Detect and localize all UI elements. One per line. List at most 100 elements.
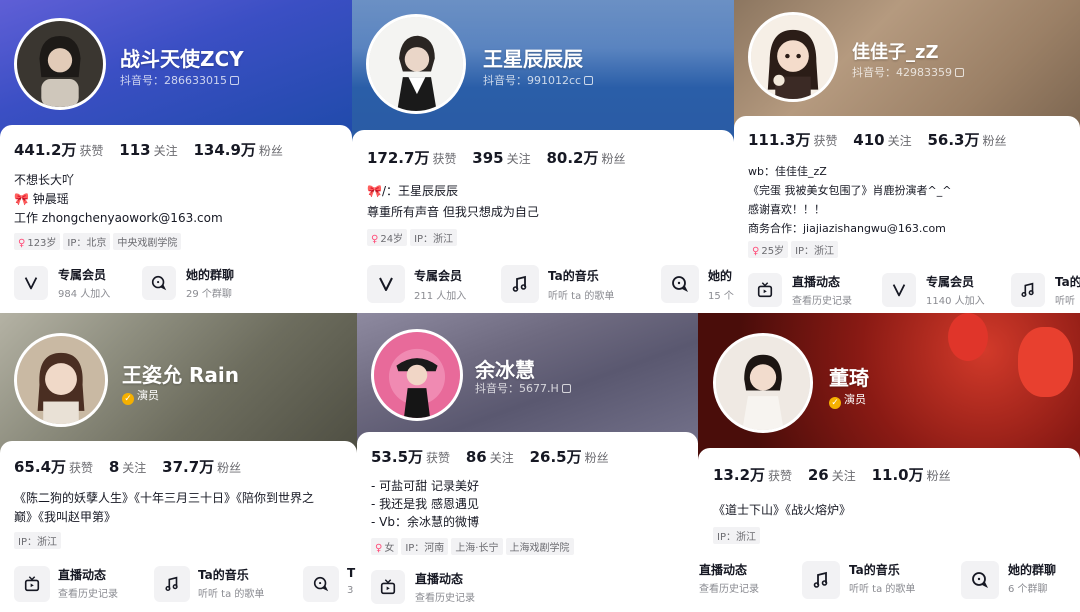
profile-info: 13.2万 获赞 26 关注 11.0万 粉丝 《道士下山》《战火熔炉》 IP：浙江 … (698, 448, 1080, 612)
age-tag: ♀ 123岁 (14, 233, 61, 250)
verified-badge: ✓ 演员 (829, 391, 866, 409)
profile-card-2[interactable]: 王星辰辰辰 抖音号：991012cc 172.7万 获赞 395 关注 80.2万粉… (352, 0, 734, 308)
fans-count[interactable]: 134.9万 (193, 141, 255, 159)
profile-stats: 13.2万 获赞 26 关注 11.0万 粉丝 (713, 464, 963, 485)
following-count[interactable]: 113 (119, 141, 150, 159)
feature-title: 直播动态 (415, 572, 464, 586)
following-label[interactable]: 关注 (154, 144, 178, 158)
avatar[interactable] (748, 12, 838, 102)
fans-label[interactable]: 粉丝 (982, 134, 1006, 148)
avatar[interactable] (366, 14, 466, 114)
feature-group-chat[interactable]: 她的群聊 6 个群聊 (961, 561, 1080, 599)
feature-title: 直播动态 (58, 568, 107, 582)
feature-group-chat[interactable]: 她的群聊 29 个群聊 (142, 266, 262, 300)
school-tag[interactable]: 上海戏剧学院 (505, 538, 574, 555)
feature-live[interactable]: 直播动态 查看历史记录 (748, 273, 873, 307)
bio-line: wb：佳佳佳_zZ (748, 165, 827, 178)
following-count[interactable]: 26 (808, 466, 829, 484)
following-label[interactable]: 关注 (832, 469, 856, 483)
profile-card-6[interactable]: 董琦 ✓ 演员 13.2万 获赞 26 关注 11.0万 粉丝 《道士下山》《战火熔炉》… (698, 313, 1080, 612)
following-label[interactable]: 关注 (122, 461, 146, 475)
following-label[interactable]: 关注 (490, 451, 514, 465)
fans-count[interactable]: 56.3万 (927, 131, 979, 149)
bio-line: 商务合作：jiajiazishangwu@163.com (748, 222, 946, 235)
fans-count[interactable]: 11.0万 (872, 466, 924, 484)
chat-icon (303, 566, 339, 602)
feature-music[interactable]: Ta的音乐 听听 ta 的歌单 (802, 561, 942, 599)
feature-live[interactable]: 直播动态 查看历史记录 (371, 570, 501, 604)
profile-card-4[interactable]: 王姿允 Rain ✓ 演员 65.4万 获赞 8 关注 37.7万 粉丝 《陈二狗的妖孽… (0, 313, 357, 612)
fans-count[interactable]: 37.7万 (162, 458, 214, 476)
profile-card-3[interactable]: 佳佳子_zZ 抖音号：42983359 111.3万 获赞 410 关注 56.3万… (734, 0, 1080, 308)
profile-card-5[interactable]: 余冰慧 抖音号：5677.H 53.5万 获赞 86 关注 26.5万 粉丝 - 可盐… (357, 313, 698, 612)
profile-bio: - 可盐可甜 记录美好 - 我还是我 感恩遇见 - Vb：余冰慧的微博 (371, 477, 688, 531)
feature-live[interactable]: 直播动态 查看历史记录 (698, 561, 798, 597)
feature-group-chat[interactable]: T 3 (303, 566, 357, 602)
v-icon (367, 265, 405, 303)
likes-label: 获赞 (69, 461, 94, 475)
profile-bio: 《道士下山》《战火熔炉》 (713, 501, 1070, 520)
chat-icon (961, 561, 999, 599)
profile-info: 441.2万 获赞 113 关注 134.9万 粉丝 不想长大吖 🎀 钟晨瑶 工作 z… (0, 125, 352, 308)
feature-membership[interactable]: 专属会员 984 人加入 (14, 266, 134, 300)
profile-info: 65.4万 获赞 8 关注 37.7万 粉丝 《陈二狗的妖孽人生》《十年三月三十日》《… (0, 441, 357, 612)
feature-live[interactable]: 直播动态 查看历史记录 (14, 566, 144, 602)
douyin-id[interactable]: 抖音号：286633015 (120, 72, 239, 88)
feature-title: 她的群聊 (1008, 563, 1057, 577)
lantern-decoration (948, 313, 988, 361)
school-tag[interactable]: 中央戏剧学院 (113, 233, 182, 250)
feature-subtitle: 听听 ta 的歌单 (548, 291, 615, 302)
fans-label[interactable]: 粉丝 (927, 469, 951, 483)
fans-count[interactable]: 80.2万 (546, 149, 598, 167)
verified-check-icon: ✓ (122, 393, 134, 405)
bio-line: 《道士下山》《战火熔炉》 (713, 503, 852, 517)
feature-music[interactable]: Ta的音乐 听听 ta 的歌单 (154, 566, 289, 602)
bio-line: - Vb：余冰慧的微博 (371, 515, 479, 529)
following-label[interactable]: 关注 (507, 152, 531, 166)
fans-label[interactable]: 粉丝 (601, 152, 625, 166)
copy-icon[interactable] (584, 76, 594, 85)
avatar[interactable] (14, 333, 108, 427)
feature-music[interactable]: Ta的 听听 (1011, 273, 1080, 307)
avatar[interactable] (713, 333, 813, 433)
copy-icon[interactable] (230, 76, 239, 85)
chat-icon (661, 265, 699, 303)
likes-count: 53.5万 (371, 448, 424, 466)
fans-label[interactable]: 粉丝 (217, 461, 241, 475)
following-count[interactable]: 8 (109, 458, 119, 476)
fans-label[interactable]: 粉丝 (585, 451, 609, 465)
douyin-id[interactable]: 抖音号：5677.H (475, 380, 571, 396)
bio-line: 《完蛋 我被美女包围了》肖鹿扮演者^_^ (748, 184, 952, 197)
feature-subtitle: 6 个群聊 (1008, 584, 1048, 595)
ribbon-emoji-icon: 🎀 (14, 192, 33, 206)
copy-icon[interactable] (955, 68, 964, 77)
profile-name: 余冰慧 (475, 358, 535, 382)
profile-card-1[interactable]: 战斗天使ZCY 抖音号：286633015 441.2万 获赞 113 关注 134… (0, 0, 352, 308)
profile-stats: 111.3万 获赞 410 关注 56.3万 粉丝 (748, 129, 1018, 150)
following-count[interactable]: 86 (466, 448, 487, 466)
following-count[interactable]: 410 (853, 131, 884, 149)
copy-icon[interactable] (561, 384, 571, 393)
live-icon (748, 273, 782, 307)
following-label[interactable]: 关注 (888, 134, 912, 148)
feature-title: Ta的音乐 (849, 563, 900, 577)
profile-tags: ♀ 女 IP：河南 上海·长宁 上海戏剧学院 (371, 538, 577, 555)
avatar[interactable] (14, 18, 106, 110)
feature-music[interactable]: Ta的音乐 听听 ta 的歌单 (501, 265, 641, 303)
age-tag-text: 24岁 (380, 234, 404, 245)
douyin-id[interactable]: 抖音号：991012cc (483, 72, 594, 88)
fans-count[interactable]: 26.5万 (530, 448, 582, 466)
douyin-id[interactable]: 抖音号：42983359 (852, 64, 964, 80)
feature-group-chat[interactable]: 她的 15 个 (661, 265, 734, 303)
ribbon-emoji-icon: 🎀 (367, 184, 382, 198)
ip-tag: IP：浙江 (713, 527, 760, 544)
likes-label: 获赞 (79, 144, 104, 158)
feature-membership[interactable]: 专属会员 211 人加入 (367, 265, 487, 303)
following-count[interactable]: 395 (472, 149, 503, 167)
bio-line: 尊重所有声音 但我只想成为自己 (367, 205, 539, 219)
music-icon (802, 561, 840, 599)
fans-label[interactable]: 粉丝 (259, 144, 283, 158)
feature-membership[interactable]: 专属会员 1140 人加入 (882, 273, 1007, 307)
avatar[interactable] (371, 329, 463, 421)
profile-name: 王姿允 Rain (122, 363, 239, 387)
